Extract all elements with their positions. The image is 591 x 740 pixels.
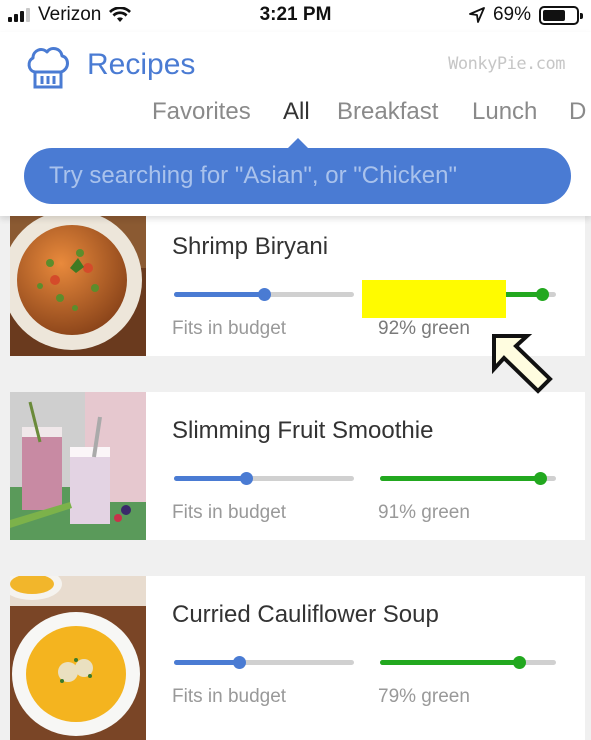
budget-slider-knob bbox=[240, 472, 253, 485]
battery-fill bbox=[543, 9, 566, 21]
tab-dinner[interactable]: D bbox=[569, 98, 586, 126]
recipe-photo bbox=[10, 392, 146, 540]
app-title: Recipes bbox=[87, 48, 196, 81]
tab-breakfast[interactable]: Breakfast bbox=[337, 98, 438, 126]
tab-favorites[interactable]: Favorites bbox=[152, 98, 251, 126]
budget-slider bbox=[174, 656, 354, 669]
green-slider-fill bbox=[380, 476, 541, 481]
budget-slider-knob bbox=[258, 288, 271, 301]
green-label: 79% green bbox=[378, 686, 470, 707]
budget-slider bbox=[174, 472, 354, 485]
budget-label: Fits in budget bbox=[172, 318, 287, 339]
budget-slider-knob bbox=[232, 656, 246, 669]
green-label: 92% green bbox=[378, 318, 470, 339]
search-input[interactable] bbox=[49, 162, 571, 190]
green-slider bbox=[380, 656, 556, 669]
search-bar[interactable] bbox=[24, 148, 571, 204]
green-slider-knob bbox=[534, 472, 548, 485]
budget-slider bbox=[174, 288, 354, 301]
recipe-card-cauliflower-soup[interactable]: Curried Cauliflower Soup Fits in budget … bbox=[10, 576, 585, 740]
watermark: WonkyPie.com bbox=[448, 54, 565, 74]
tab-all[interactable]: All bbox=[283, 98, 310, 126]
recipe-title: Slimming Fruit Smoothie bbox=[172, 417, 434, 444]
cursor-arrow-icon bbox=[492, 334, 553, 394]
green-slider-knob bbox=[513, 656, 527, 669]
status-right: 69% bbox=[469, 4, 583, 26]
location-arrow-icon bbox=[469, 7, 485, 23]
green-label: 91% green bbox=[378, 502, 470, 523]
recipe-card-fruit-smoothie[interactable]: Slimming Fruit Smoothie Fits in budget 9… bbox=[10, 392, 585, 540]
battery-icon bbox=[539, 5, 583, 25]
recipe-photo bbox=[10, 576, 146, 740]
highlight-marker bbox=[362, 280, 506, 318]
budget-label: Fits in budget bbox=[172, 686, 287, 707]
budget-slider-fill bbox=[174, 292, 264, 297]
budget-slider-fill bbox=[174, 660, 239, 665]
battery-percent: 69% bbox=[492, 4, 531, 25]
green-slider bbox=[380, 472, 556, 485]
tab-lunch[interactable]: Lunch bbox=[472, 98, 537, 126]
recipe-title: Curried Cauliflower Soup bbox=[172, 601, 439, 628]
green-slider-knob bbox=[535, 288, 549, 301]
budget-label: Fits in budget bbox=[172, 502, 287, 523]
category-tabs: Favorites All Breakfast Lunch D bbox=[0, 98, 591, 134]
green-slider-fill bbox=[380, 660, 520, 665]
recipe-title: Shrimp Biryani bbox=[172, 233, 329, 260]
app-header: Recipes WonkyPie.com Favorites All Break… bbox=[0, 32, 591, 216]
status-bar: Verizon 3:21 PM 69% bbox=[0, 0, 591, 32]
recipe-photo bbox=[10, 208, 146, 356]
budget-slider-fill bbox=[174, 476, 246, 481]
chef-hat-icon bbox=[27, 47, 69, 89]
